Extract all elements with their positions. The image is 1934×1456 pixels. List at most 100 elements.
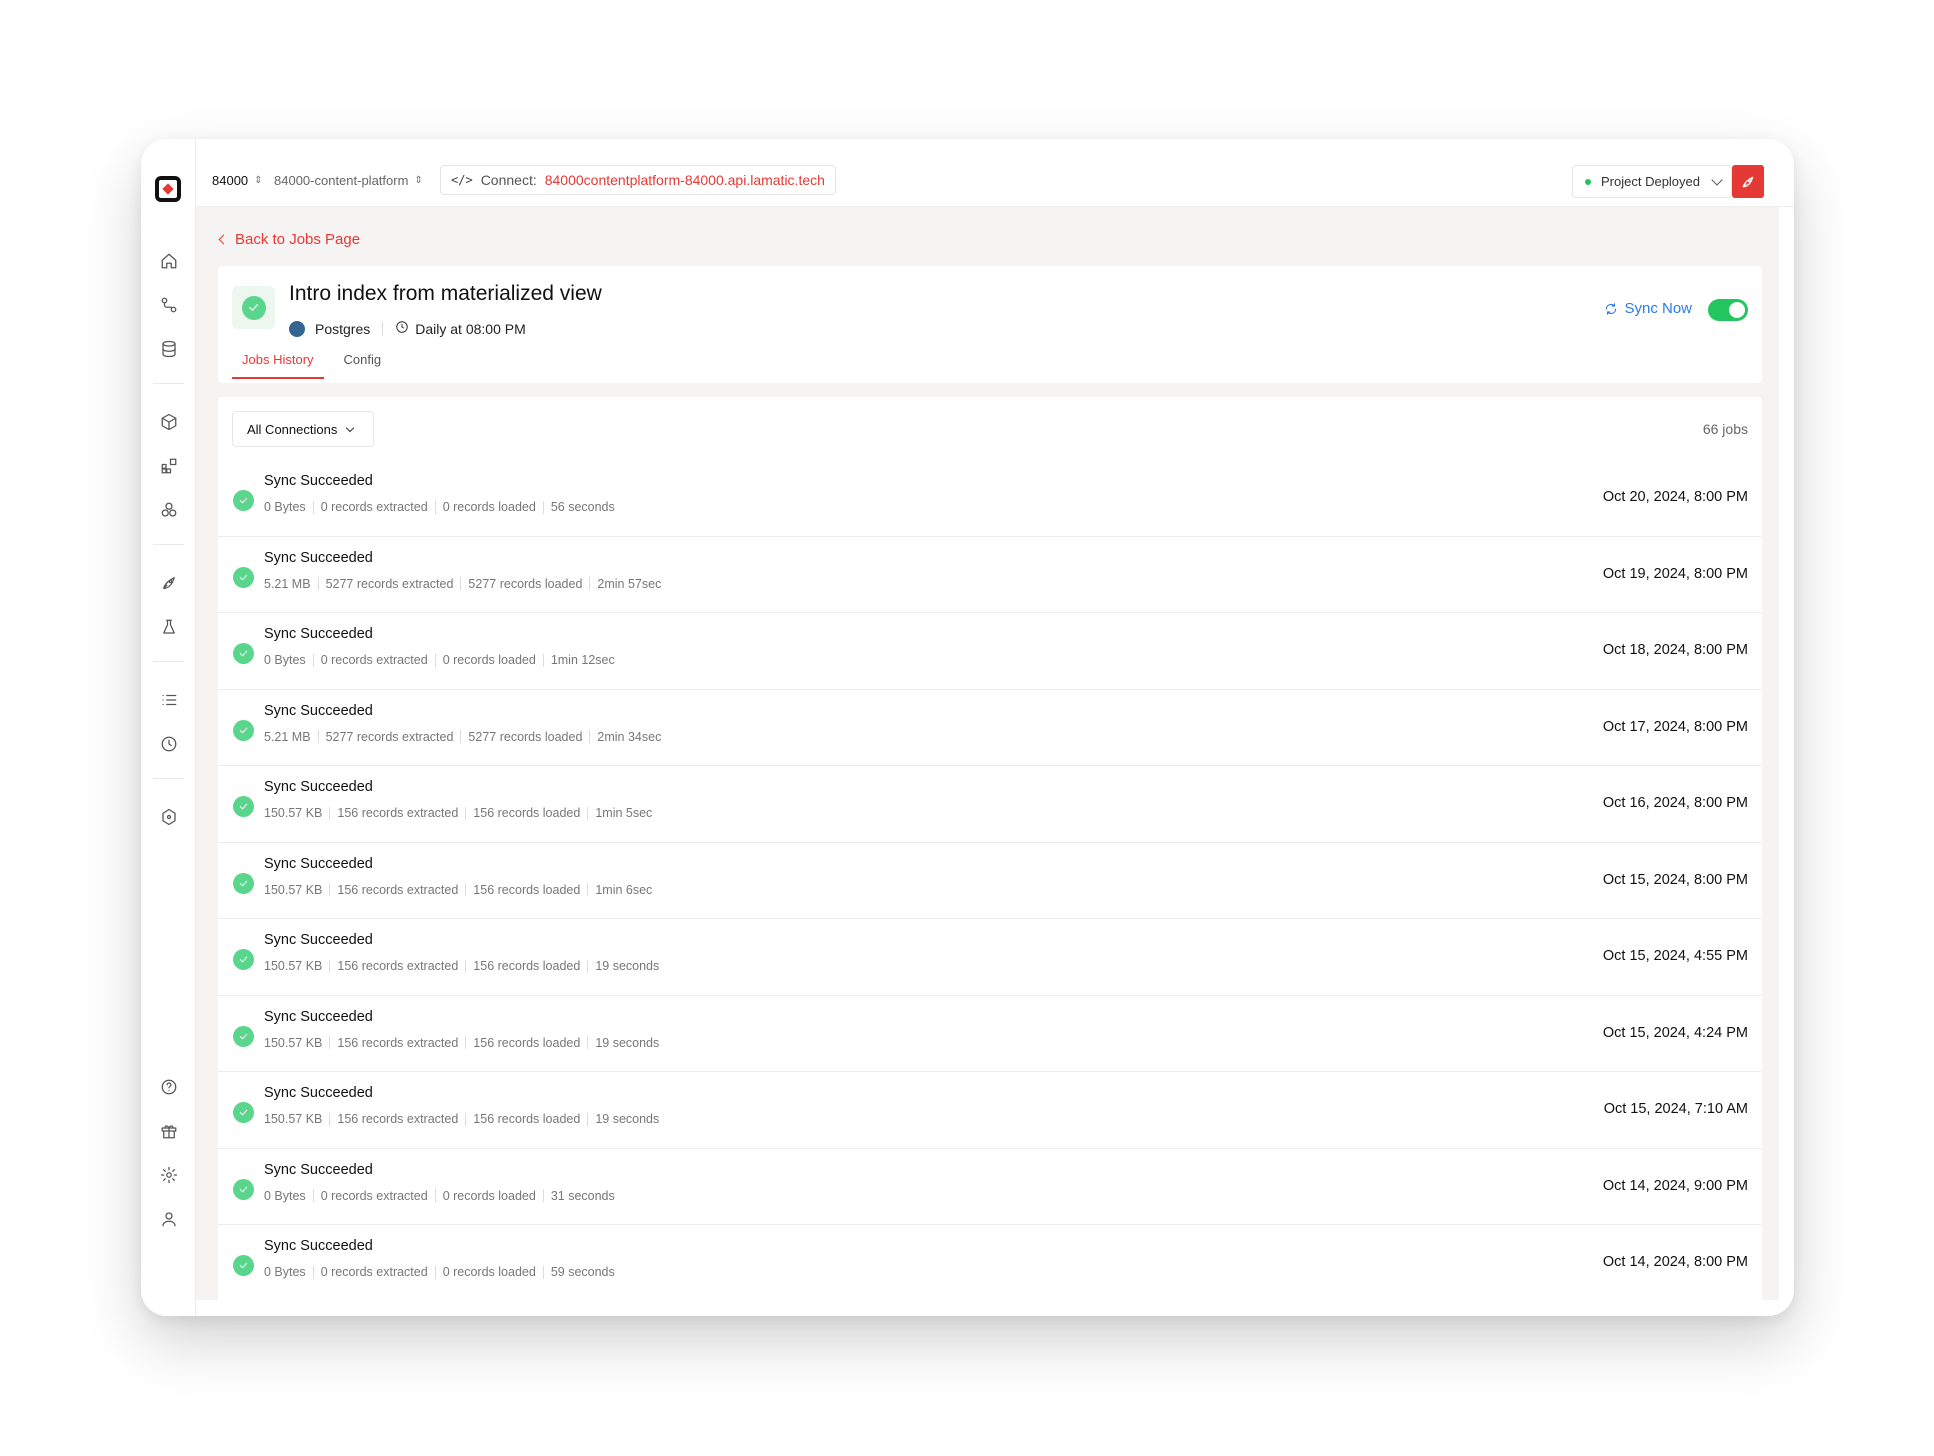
job-row-loaded: 0 records loaded (442, 500, 536, 514)
divider (434, 653, 436, 667)
job-row[interactable]: Sync Succeeded 150.57 KB 156 records ext… (218, 843, 1762, 919)
job-row[interactable]: Sync Succeeded 0 Bytes 0 records extract… (218, 1149, 1762, 1225)
divider (382, 321, 384, 336)
divider (329, 1036, 331, 1049)
list-icon[interactable] (159, 690, 178, 709)
job-row-size: 0 Bytes (264, 1188, 306, 1203)
divider (465, 806, 467, 820)
apps-icon[interactable] (159, 456, 178, 475)
job-row-size: 150.57 KB (264, 806, 323, 820)
job-row[interactable]: Sync Succeeded 0 Bytes 0 records extract… (218, 1225, 1762, 1300)
job-row-loaded: 5277 records loaded (468, 729, 583, 744)
job-row-date: Oct 15, 2024, 4:24 PM (1602, 1024, 1748, 1041)
job-row[interactable]: Sync Succeeded 150.57 KB 156 records ext… (218, 766, 1762, 843)
divider (312, 1265, 314, 1279)
job-row-status: Sync Succeeded (264, 1238, 373, 1254)
components-icon[interactable] (159, 500, 178, 519)
job-source: Postgres (315, 320, 371, 337)
divider (542, 653, 544, 667)
divider (329, 959, 331, 973)
job-row-extracted: 0 records extracted (320, 1265, 428, 1279)
job-row-loaded: 0 records loaded (442, 1265, 536, 1279)
help-icon[interactable] (159, 1077, 178, 1096)
user-icon[interactable] (159, 1209, 178, 1228)
check-circle-icon (233, 1102, 254, 1123)
org-name: 84000 (212, 173, 249, 188)
sidebar-divider (153, 661, 184, 662)
connect-url[interactable]: 84000contentplatform-84000.api.lamatic.t… (545, 172, 825, 188)
rocket-icon[interactable] (159, 573, 178, 592)
job-enabled-toggle[interactable] (1708, 299, 1748, 321)
deploy-status-dropdown[interactable]: Project Deployed (1572, 165, 1732, 198)
job-row-size: 5.21 MB (264, 576, 311, 591)
check-circle-icon (233, 872, 254, 894)
job-row-duration: 19 seconds (595, 959, 660, 973)
connect-endpoint[interactable]: </> Connect: 84000contentplatform-84000.… (440, 165, 836, 195)
job-row-date: Oct 20, 2024, 8:00 PM (1602, 489, 1748, 505)
divider (312, 1189, 314, 1202)
job-row-size: 0 Bytes (264, 500, 306, 514)
settings-gear-icon[interactable] (159, 1165, 178, 1184)
job-row-loaded: 156 records loaded (473, 806, 581, 820)
graph-icon[interactable] (159, 807, 178, 826)
flows-icon[interactable] (159, 295, 178, 314)
deploy-button[interactable] (1732, 165, 1764, 198)
gift-icon[interactable] (159, 1121, 178, 1140)
divider (589, 730, 591, 743)
chevron-left-icon (218, 234, 229, 245)
updown-chevron-icon: ⇕ (414, 174, 423, 186)
project-selector[interactable]: 84000-content-platform ⇕ (274, 173, 423, 188)
tab-jobs-history[interactable]: Jobs History (232, 352, 324, 379)
back-link[interactable]: Back to Jobs Page (218, 231, 361, 248)
job-row-loaded: 0 records loaded (442, 1188, 536, 1203)
job-row-extracted: 5277 records extracted (325, 576, 454, 591)
history-clock-icon[interactable] (159, 734, 178, 753)
check-circle-icon (233, 643, 254, 664)
job-row[interactable]: Sync Succeeded 5.21 MB 5277 records extr… (218, 690, 1762, 766)
chevron-down-icon (346, 423, 355, 432)
job-row[interactable]: Sync Succeeded 150.57 KB 156 records ext… (218, 996, 1762, 1072)
job-row-date: Oct 16, 2024, 8:00 PM (1602, 795, 1748, 811)
job-row-date: Oct 17, 2024, 8:00 PM (1602, 718, 1748, 735)
sync-now-button[interactable]: Sync Now (1604, 300, 1692, 317)
flask-icon[interactable] (159, 617, 178, 636)
check-circle-icon (233, 949, 254, 970)
job-row-duration: 1min 6sec (595, 882, 653, 897)
home-icon[interactable] (159, 251, 178, 270)
job-row[interactable]: Sync Succeeded 0 Bytes 0 records extract… (218, 613, 1762, 690)
connections-filter-dropdown[interactable]: All Connections (232, 411, 374, 447)
divider (587, 959, 589, 973)
sidebar-divider (153, 778, 184, 779)
job-row[interactable]: Sync Succeeded 5.21 MB 5277 records extr… (218, 537, 1762, 613)
divider (542, 500, 544, 514)
sidebar-divider (153, 544, 184, 545)
job-count: 66 jobs (1702, 421, 1748, 437)
job-row-extracted: 0 records extracted (320, 1188, 428, 1203)
postgres-icon (289, 320, 305, 337)
job-row-size: 0 Bytes (264, 653, 306, 667)
back-link-label: Back to Jobs Page (235, 231, 361, 248)
check-circle-icon (233, 1255, 254, 1276)
org-selector[interactable]: 84000 ⇕ (212, 173, 263, 188)
refresh-icon (1606, 302, 1617, 315)
job-row-meta: 0 Bytes 0 records extracted 0 records lo… (264, 1189, 615, 1203)
updown-chevron-icon: ⇕ (254, 174, 263, 186)
divider (465, 959, 467, 973)
job-row-loaded: 156 records loaded (473, 1112, 581, 1126)
job-row[interactable]: Sync Succeeded 150.57 KB 156 records ext… (218, 919, 1762, 996)
app-logo[interactable] (155, 176, 181, 202)
job-row-date: Oct 15, 2024, 8:00 PM (1602, 871, 1748, 888)
topbar: 84000 ⇕ 84000-content-platform ⇕ </> Con… (196, 139, 1794, 207)
job-row-loaded: 5277 records loaded (468, 576, 583, 591)
job-row[interactable]: Sync Succeeded 0 Bytes 0 records extract… (218, 460, 1762, 537)
tab-config[interactable]: Config (334, 352, 392, 379)
box-icon[interactable] (159, 412, 178, 431)
job-row-date: Oct 15, 2024, 7:10 AM (1603, 1101, 1748, 1117)
job-row[interactable]: Sync Succeeded 150.57 KB 156 records ext… (218, 1072, 1762, 1149)
job-row-duration: 56 seconds (550, 500, 615, 514)
database-icon[interactable] (159, 339, 178, 358)
job-row-meta: 0 Bytes 0 records extracted 0 records lo… (264, 500, 615, 514)
sidebar-divider (153, 383, 184, 384)
check-circle-icon (233, 490, 254, 511)
divider (317, 577, 319, 590)
